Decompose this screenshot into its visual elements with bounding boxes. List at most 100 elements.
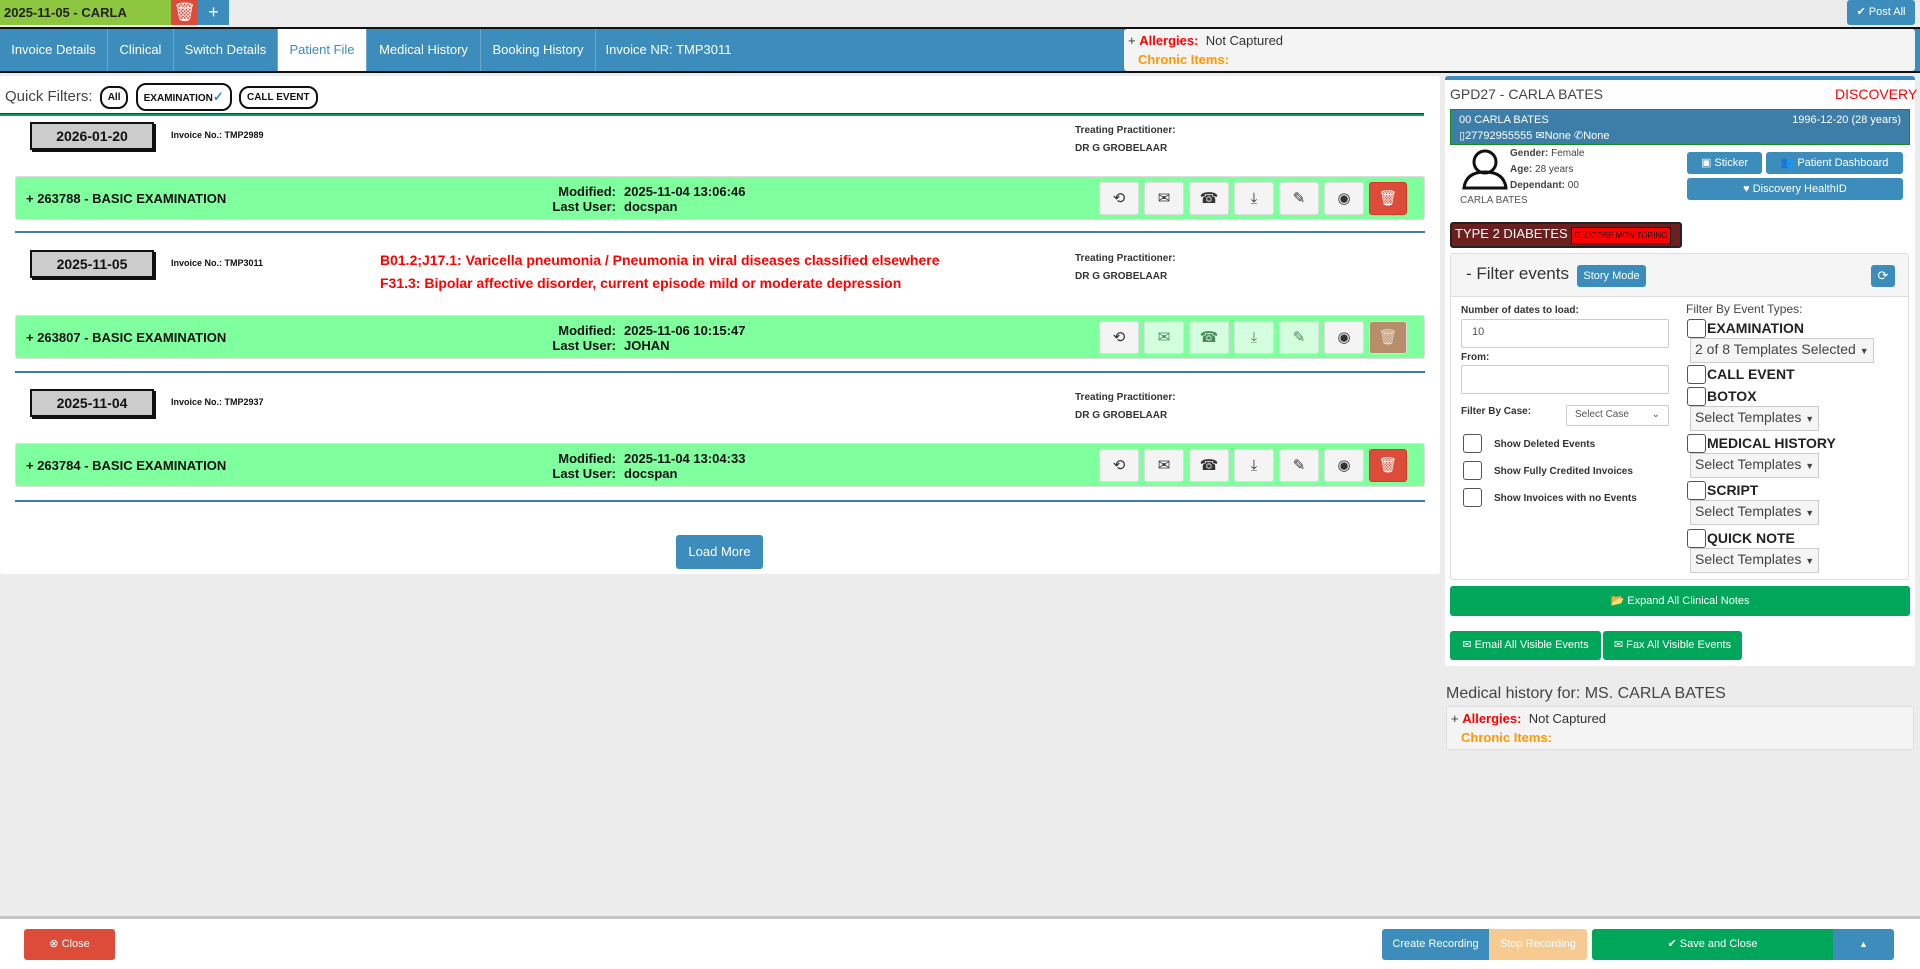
trash-icon[interactable]: 🗑: [1369, 182, 1407, 215]
invoice-date[interactable]: 2025-11-05: [30, 250, 154, 278]
tab-medical-history[interactable]: Medical History: [367, 29, 481, 71]
invoice-date[interactable]: 2025-11-04: [30, 389, 154, 417]
save-and-close-button[interactable]: ✔ Save and Close: [1592, 929, 1833, 960]
trash-icon[interactable]: 🗑: [1369, 449, 1407, 482]
email-all-button[interactable]: ✉ Email All Visible Events: [1450, 631, 1601, 660]
edit-icon[interactable]: ✎: [1279, 182, 1319, 215]
fax-icon[interactable]: ☎: [1189, 182, 1229, 215]
show-no-events-checkbox[interactable]: [1463, 488, 1482, 507]
add-session-plus-icon[interactable]: +: [198, 0, 229, 25]
event-title[interactable]: + 263784 - BASIC EXAMINATION: [26, 458, 226, 473]
edit-icon[interactable]: ✎: [1279, 321, 1319, 354]
show-deleted-label: Show Deleted Events: [1494, 439, 1596, 450]
session-tab[interactable]: 2025-11-05 - CARLA: [0, 0, 171, 25]
post-all-button[interactable]: ✔ Post All: [1847, 0, 1915, 25]
filter-all[interactable]: All: [99, 85, 129, 109]
create-recording-button[interactable]: Create Recording: [1382, 929, 1489, 960]
tab-clinical[interactable]: Clinical: [108, 29, 174, 71]
dependant-label: Dependant:: [1510, 180, 1565, 191]
tab-patient-file[interactable]: Patient File: [278, 29, 367, 71]
allergy-summary: + Allergies: Not Captured Chronic Items:: [1124, 29, 1915, 71]
template-select[interactable]: Select Templates ▼: [1690, 453, 1820, 478]
filter-by-case-label: Filter By Case:: [1461, 406, 1532, 417]
close-button[interactable]: ⊗ Close: [24, 929, 115, 960]
show-deleted-checkbox[interactable]: [1463, 434, 1482, 453]
check-icon: ✓: [212, 89, 224, 104]
story-mode-button[interactable]: Story Mode: [1577, 265, 1646, 287]
template-select[interactable]: Select Templates ▼: [1690, 548, 1820, 573]
filter-call-event[interactable]: CALL EVENT: [238, 85, 318, 109]
view-eye-icon[interactable]: ◉: [1324, 321, 1364, 354]
modified-label: Modified:: [558, 184, 616, 199]
dates-to-load-input[interactable]: 10: [1461, 319, 1669, 348]
history-icon[interactable]: ⟲: [1099, 182, 1139, 215]
diagnosis: F31.3: Bipolar affective disorder, curre…: [380, 275, 902, 291]
fax-all-button[interactable]: ✉ Fax All Visible Events: [1603, 631, 1742, 660]
modified-value: 2025-11-04 13:04:33: [624, 451, 746, 466]
tab-invoice-details[interactable]: Invoice Details: [0, 29, 108, 71]
filter-events-title[interactable]: - Filter events: [1466, 264, 1569, 284]
event-type-checkbox[interactable]: [1687, 529, 1706, 548]
expand-icon[interactable]: +: [1451, 711, 1459, 726]
event-row[interactable]: + 263788 - BASIC EXAMINATION Modified: 20…: [15, 176, 1425, 220]
view-eye-icon[interactable]: ◉: [1324, 449, 1364, 482]
allergies-label: Allergies:: [1462, 711, 1522, 726]
event-types-label: Filter By Event Types:: [1686, 302, 1803, 316]
case-select[interactable]: Select Case ⌄: [1566, 405, 1669, 426]
event-type-checkbox[interactable]: [1687, 387, 1706, 406]
avatar-name: CARLA BATES: [1460, 195, 1528, 206]
template-select[interactable]: Select Templates ▼: [1690, 500, 1820, 525]
discovery-healthid-button[interactable]: ♥ Discovery HealthID: [1687, 178, 1903, 200]
patient-dashboard-button[interactable]: 👥 Patient Dashboard: [1766, 152, 1903, 174]
event-type-label: MEDICAL HISTORY: [1707, 435, 1836, 451]
view-eye-icon[interactable]: ◉: [1324, 182, 1364, 215]
folder-open-icon: 📂: [1610, 595, 1628, 607]
event-title[interactable]: + 263807 - BASIC EXAMINATION: [26, 330, 226, 345]
divider: [0, 113, 1424, 116]
edit-icon[interactable]: ✎: [1279, 449, 1319, 482]
email-icon[interactable]: ✉: [1144, 321, 1184, 354]
filter-examination[interactable]: EXAMINATION✓: [135, 83, 232, 111]
load-more-button[interactable]: Load More: [676, 535, 763, 569]
email-icon[interactable]: ✉: [1144, 449, 1184, 482]
invoice-date[interactable]: 2026-01-20: [30, 122, 154, 150]
event-type-checkbox[interactable]: [1687, 319, 1706, 338]
gender-label: Gender:: [1510, 148, 1549, 159]
template-select[interactable]: 2 of 8 Templates Selected ▼: [1690, 338, 1874, 363]
chevron-down-icon: ⌄: [1651, 409, 1660, 420]
trash-icon[interactable]: 🗑: [1369, 321, 1407, 354]
history-icon[interactable]: ⟲: [1099, 449, 1139, 482]
stop-recording-button[interactable]: Stop Recording: [1489, 929, 1587, 960]
template-select[interactable]: Select Templates ▼: [1690, 406, 1820, 431]
from-label: From:: [1461, 352, 1490, 363]
download-icon[interactable]: ⤓: [1234, 449, 1274, 482]
caret-up-icon[interactable]: ▲: [1833, 929, 1894, 960]
event-row[interactable]: + 263784 - BASIC EXAMINATION Modified: 20…: [15, 443, 1425, 487]
event-type-checkbox[interactable]: [1687, 365, 1706, 384]
diagnosis: B01.2;J17.1: Varicella pneumonia / Pneum…: [380, 252, 940, 268]
email-icon[interactable]: ✉: [1144, 182, 1184, 215]
heart-icon: ♥: [1743, 183, 1753, 195]
delete-session-trash-icon[interactable]: 🗑: [171, 0, 198, 25]
tab-booking-history[interactable]: Booking History: [481, 29, 596, 71]
history-icon[interactable]: ⟲: [1099, 321, 1139, 354]
fax-icon[interactable]: ☎: [1189, 449, 1229, 482]
event-row[interactable]: + 263807 - BASIC EXAMINATION Modified: 20…: [15, 315, 1425, 359]
event-type-checkbox[interactable]: [1687, 434, 1706, 453]
show-credited-checkbox[interactable]: [1463, 461, 1482, 480]
expand-clinical-notes-button[interactable]: 📂 Expand All Clinical Notes: [1450, 586, 1910, 616]
fax-icon[interactable]: ☎: [1189, 321, 1229, 354]
expand-icon[interactable]: +: [1128, 33, 1136, 48]
refresh-icon[interactable]: ⟳: [1871, 265, 1895, 287]
last-user-label: Last User:: [552, 338, 616, 353]
download-icon[interactable]: ⤓: [1234, 182, 1274, 215]
main-nav: Invoice Details Clinical Switch Details …: [0, 27, 1920, 73]
download-icon[interactable]: ⤓: [1234, 321, 1274, 354]
caret-down-icon: ▼: [1805, 461, 1815, 471]
tab-switch-details[interactable]: Switch Details: [174, 29, 278, 71]
sticker-button[interactable]: ▣ Sticker: [1687, 152, 1762, 174]
event-title[interactable]: + 263788 - BASIC EXAMINATION: [26, 191, 226, 206]
event-type-checkbox[interactable]: [1687, 481, 1706, 500]
from-date-input[interactable]: [1461, 365, 1669, 394]
envelope-icon: ✉: [1535, 130, 1545, 142]
